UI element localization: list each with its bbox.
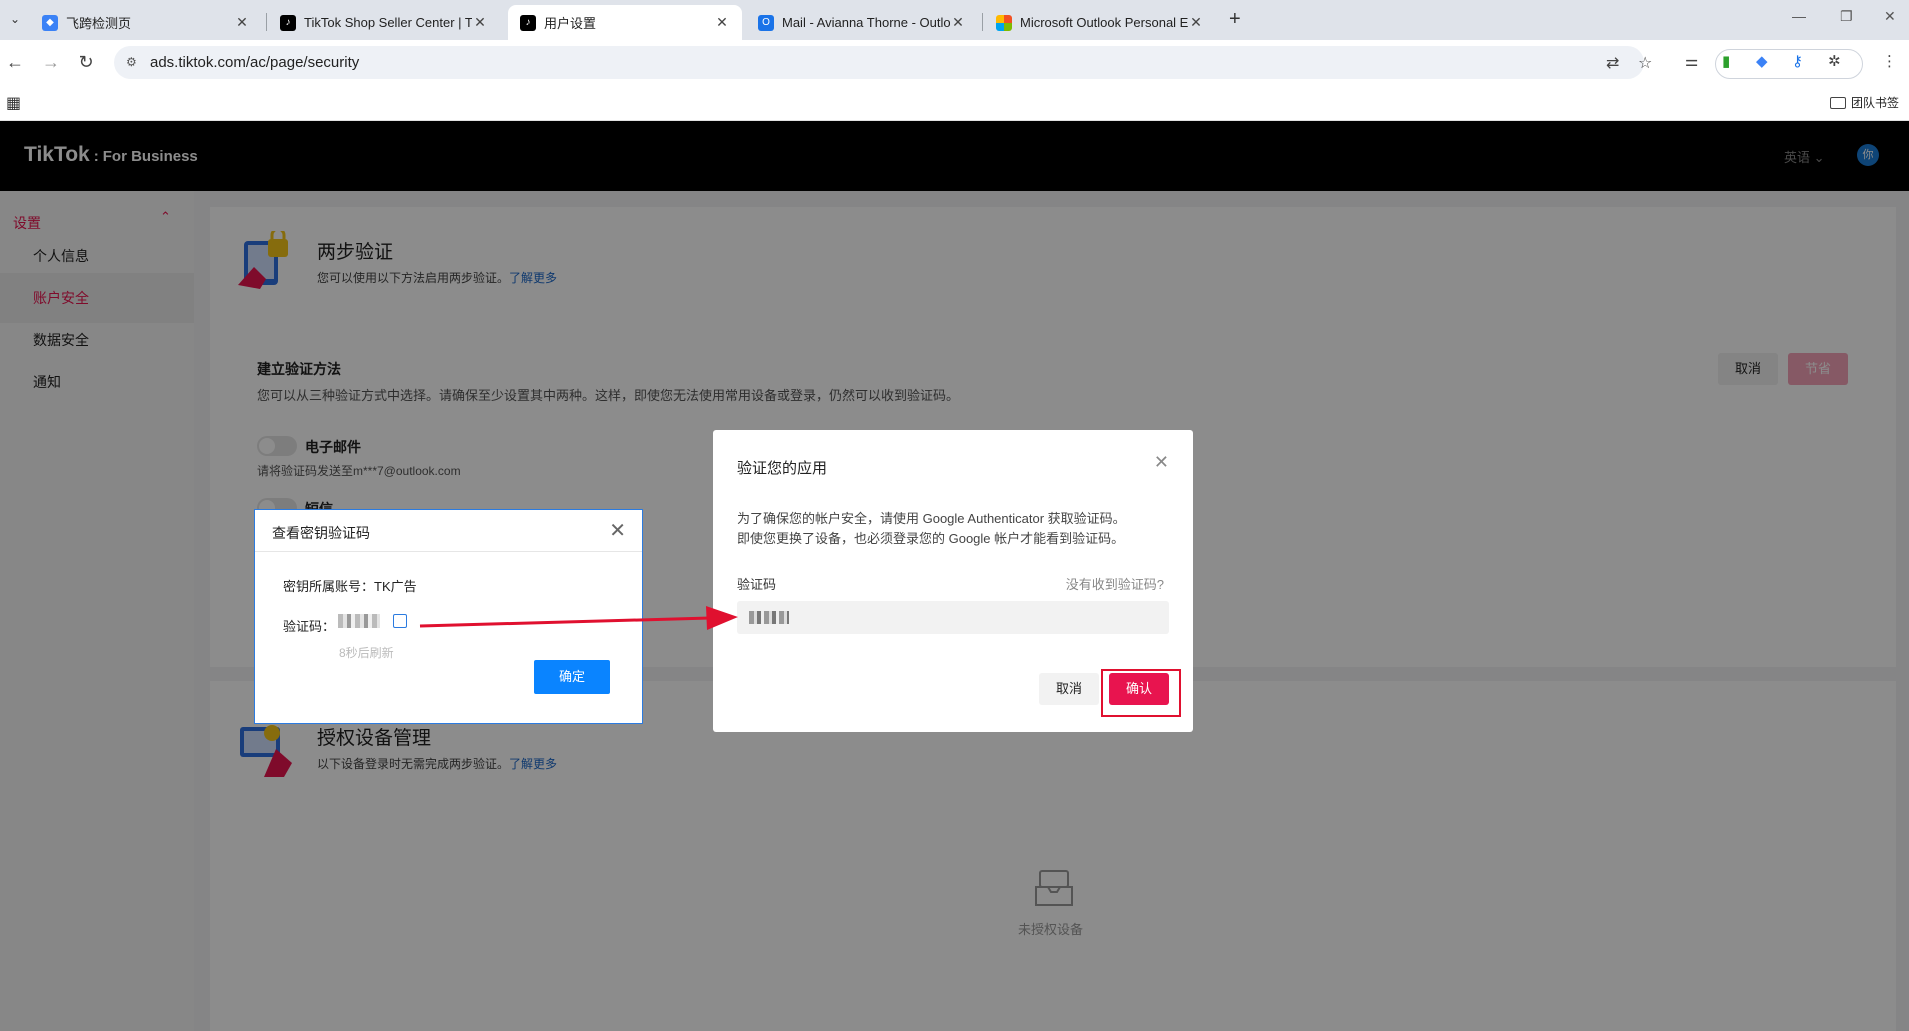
restore-icon[interactable]: ❐	[1840, 8, 1853, 25]
verify-desc-line-1: 为了确保您的帐户安全，请使用 Google Authenticator 获取验证…	[737, 511, 1126, 526]
highlight-box	[1101, 669, 1181, 717]
verify-desc-line-2: 即使您更换了设备，也必须登录您的 Google 帐户才能看到验证码。	[737, 531, 1125, 546]
back-icon[interactable]: ←	[4, 52, 26, 73]
browser-menu-icon[interactable]: ⋮	[1882, 52, 1897, 70]
bookmark-star-icon[interactable]: ☆	[1638, 53, 1652, 73]
key-owner-label: 密钥所属账号：	[283, 579, 375, 594]
extension-group	[1715, 49, 1863, 79]
browser-address-bar: ← → ↻ ⚙ ads.tiktok.com/ac/page/security …	[0, 40, 1909, 85]
new-tab-button[interactable]: +	[1229, 8, 1241, 31]
verification-code-label: 验证码	[737, 577, 777, 592]
browser-tab-3-active[interactable]: ♪ 用户设置 ✕	[508, 5, 742, 40]
tab-settings-icon[interactable]: ⚌	[1685, 52, 1698, 70]
tab-title: 用户设置	[544, 16, 597, 31]
tab-title: TikTok Shop Seller Center | Ti	[304, 15, 472, 30]
key-owner-row: 密钥所属账号：TK广告	[283, 576, 417, 595]
tab-title: Microsoft Outlook Personal E	[1020, 15, 1188, 30]
dialog-cancel-button[interactable]: 取消	[1039, 673, 1099, 705]
secret-dialog-header: 查看密钥验证码 ✕	[255, 510, 642, 552]
browser-tab-2[interactable]: ♪ TikTok Shop Seller Center | Ti ✕	[268, 5, 500, 40]
minimize-icon[interactable]: —	[1792, 8, 1806, 24]
browser-tab-bar: ⌄ ◆ 飞跨检测页 ✕ ♪ TikTok Shop Seller Center …	[0, 0, 1909, 40]
close-tab-icon[interactable]: ✕	[1188, 14, 1204, 31]
tiktok-icon: ♪	[520, 14, 536, 31]
verification-code-input[interactable]	[737, 601, 1169, 634]
tab-search-chevron-icon[interactable]: ⌄	[6, 10, 24, 28]
secret-code-dialog: 查看密钥验证码 ✕ 密钥所属账号：TK广告 验证码： 8秒后刷新 确定	[254, 509, 643, 724]
site-info-icon[interactable]: ⚙	[126, 55, 137, 69]
verify-dialog-title: 验证您的应用	[737, 460, 828, 477]
bookmark-bar: ▦ 团队书签	[0, 85, 1909, 121]
reload-icon[interactable]: ↻	[75, 52, 97, 73]
folder-icon	[1829, 96, 1846, 109]
translate-icon[interactable]: ⇄	[1606, 53, 1619, 73]
verify-dialog-description: 为了确保您的帐户安全，请使用 Google Authenticator 获取验证…	[737, 509, 1177, 549]
browser-tab-4[interactable]: O Mail - Avianna Thorne - Outlo ✕	[746, 5, 978, 40]
microsoft-icon	[996, 14, 1012, 31]
blurred-input-value	[749, 611, 789, 624]
close-tab-icon[interactable]: ✕	[714, 14, 730, 31]
url-text: ads.tiktok.com/ac/page/security	[150, 54, 360, 71]
copy-icon[interactable]	[393, 614, 407, 628]
bookmark-folder-label: 团队书签	[1850, 96, 1899, 110]
refresh-countdown: 8秒后刷新	[339, 646, 394, 660]
tab-title: 飞跨检测页	[66, 16, 132, 31]
shield-icon: ◆	[42, 14, 58, 31]
close-icon[interactable]: ✕	[1154, 452, 1169, 473]
url-input[interactable]: ⚙ ads.tiktok.com/ac/page/security ⇄ ☆	[114, 46, 1652, 79]
blurred-code	[338, 614, 380, 628]
no-code-link[interactable]: 没有收到验证码?	[1066, 574, 1164, 593]
close-window-icon[interactable]: ✕	[1884, 8, 1896, 25]
forward-icon[interactable]: →	[40, 52, 62, 73]
apps-grid-icon[interactable]: ▦	[6, 93, 21, 113]
browser-tab-1[interactable]: ◆ 飞跨检测页 ✕	[30, 5, 262, 40]
tab-separator	[982, 13, 983, 31]
browser-tab-5[interactable]: Microsoft Outlook Personal E ✕	[984, 5, 1216, 40]
close-icon[interactable]: ✕	[609, 518, 626, 543]
close-tab-icon[interactable]: ✕	[472, 14, 488, 31]
outlook-icon: O	[758, 14, 774, 31]
tab-separator	[266, 13, 267, 31]
tab-title: Mail - Avianna Thorne - Outlo	[782, 15, 950, 30]
tiktok-icon: ♪	[280, 14, 296, 31]
bookmark-folder[interactable]: 团队书签	[1829, 94, 1899, 111]
close-tab-icon[interactable]: ✕	[234, 14, 250, 31]
code-label: 验证码：	[283, 619, 336, 634]
ok-button[interactable]: 确定	[534, 660, 610, 694]
secret-dialog-title: 查看密钥验证码	[272, 525, 370, 541]
close-tab-icon[interactable]: ✕	[950, 14, 966, 31]
key-owner-value: TK广告	[374, 579, 417, 594]
